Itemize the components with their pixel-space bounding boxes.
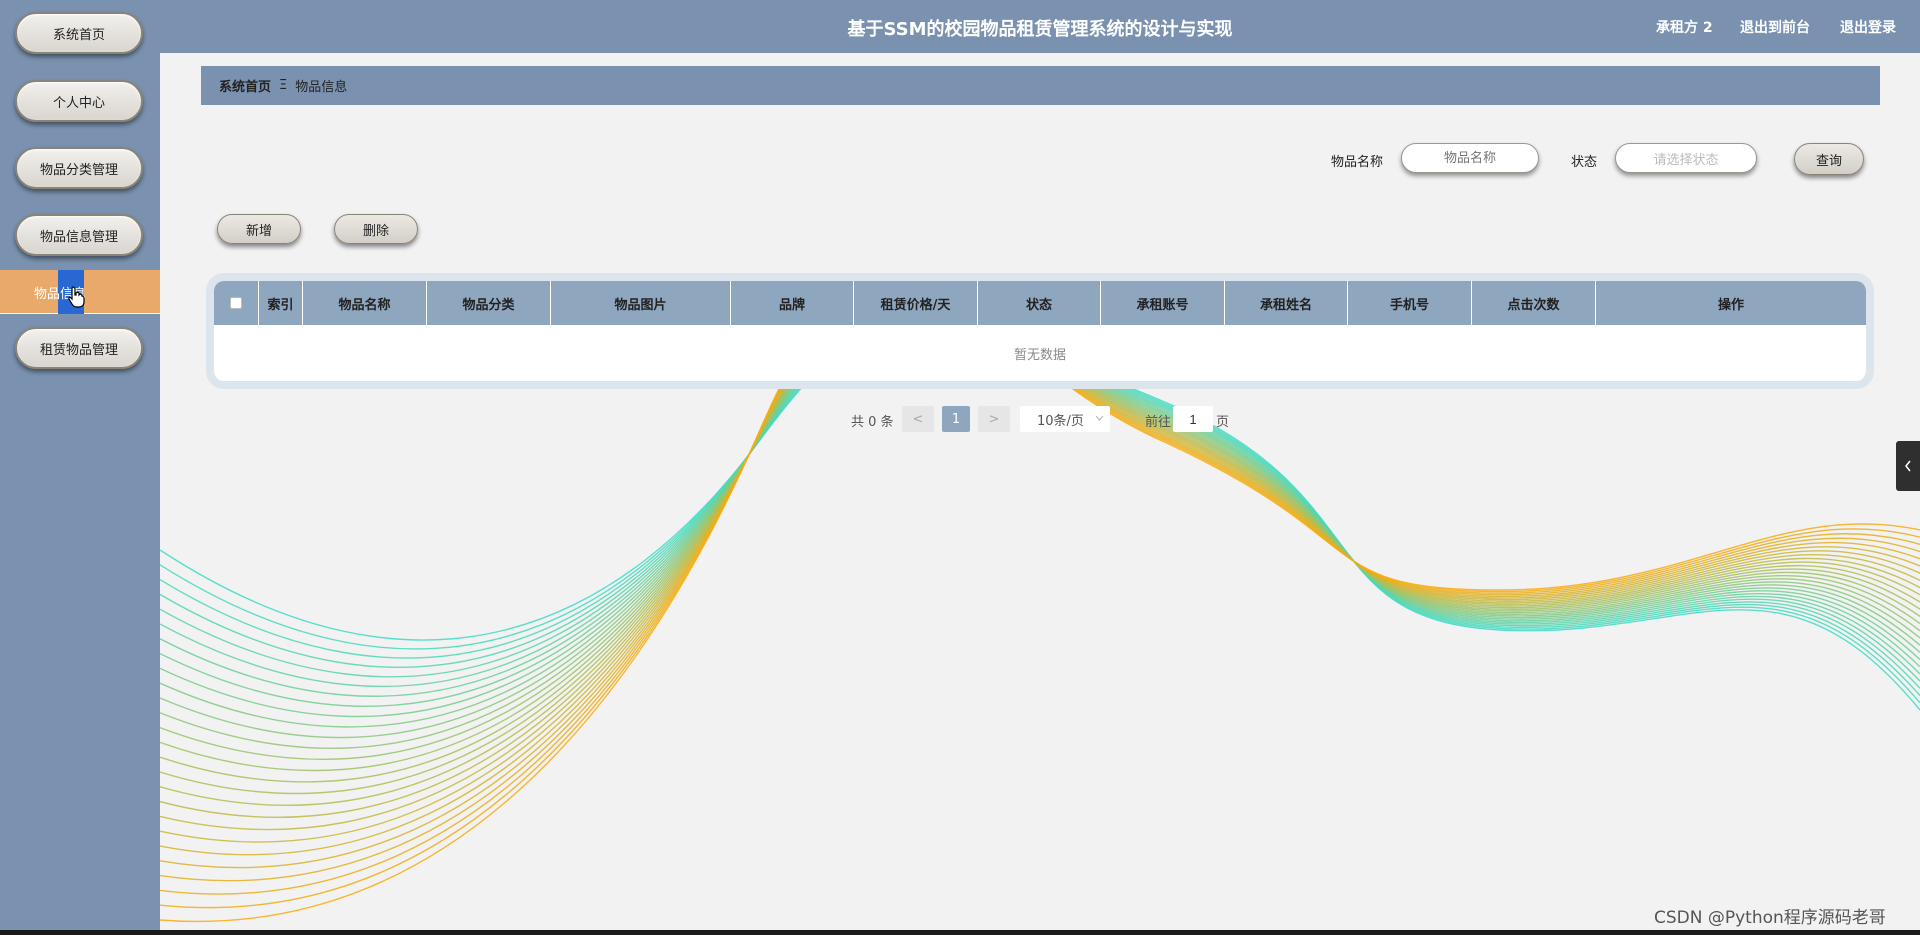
wave-line xyxy=(160,380,1920,869)
top-header: 基于SSM的校园物品租赁管理系统的设计与实现 承租方 2 退出到前台 退出登录 xyxy=(160,0,1920,53)
status-select[interactable]: 请选择状态 xyxy=(1615,143,1757,173)
hand-cursor-icon xyxy=(68,286,85,308)
chevron-left-icon xyxy=(1905,460,1911,472)
select-all-checkbox[interactable] xyxy=(230,297,242,309)
column-header[interactable]: 承租姓名 xyxy=(1225,281,1348,325)
status-label: 状态 xyxy=(1571,155,1598,170)
sidebar-item-goods-manage[interactable]: 物品信息管理 xyxy=(15,214,143,256)
data-table: 索引 物品名称 物品分类 物品图片 品牌 租赁价格/天 状态 承租账号 承租姓名… xyxy=(206,273,1874,389)
next-page-button[interactable]: > xyxy=(978,406,1010,432)
breadcrumb: 系统首页 Ξ 物品信息 xyxy=(201,66,1880,105)
sidebar-item-category[interactable]: 物品分类管理 xyxy=(15,147,143,189)
sidebar-item-profile[interactable]: 个人中心 xyxy=(15,80,143,122)
sidebar-item-home[interactable]: 系统首页 xyxy=(15,12,143,54)
query-button[interactable]: 查询 xyxy=(1794,143,1864,175)
wave-line xyxy=(160,380,1920,882)
status-select-placeholder: 请选择状态 xyxy=(1653,152,1719,168)
column-header: 操作 xyxy=(1717,297,1744,313)
page-size-value: 10条/页 xyxy=(1037,413,1084,429)
bottom-strip xyxy=(0,930,1920,935)
chevron-down-icon xyxy=(1095,415,1104,421)
sidebar-subitem-goods-info[interactable]: 物品信息 xyxy=(0,270,160,314)
breadcrumb-separator: Ξ xyxy=(279,78,288,93)
logout-link[interactable]: 退出登录 xyxy=(1840,17,1896,37)
column-header[interactable]: 租赁价格/天 xyxy=(854,281,978,325)
page-size-select[interactable]: 10条/页 xyxy=(1020,406,1110,432)
goods-name-input[interactable] xyxy=(1401,143,1539,173)
column-header[interactable]: 索引 xyxy=(259,281,303,325)
column-header[interactable]: 点击次数 xyxy=(1472,281,1596,325)
column-header[interactable]: 物品图片 xyxy=(551,281,731,325)
collapse-panel-tab[interactable] xyxy=(1896,441,1920,491)
wave-line xyxy=(160,380,1920,895)
column-header[interactable]: 品牌 xyxy=(731,281,854,325)
column-header[interactable]: 状态 xyxy=(978,281,1101,325)
wave-line xyxy=(160,380,1920,923)
watermark: CSDN @Python程序源码老哥 xyxy=(1654,908,1886,928)
total-count: 共 0 条 xyxy=(851,415,894,430)
user-name[interactable]: 承租方 2 xyxy=(1656,17,1713,37)
select-all-cell xyxy=(214,281,259,325)
sidebar-item-rental-manage[interactable]: 租赁物品管理 xyxy=(15,327,143,369)
goods-name-label: 物品名称 xyxy=(1331,155,1384,170)
column-header[interactable]: 物品名称 xyxy=(303,281,427,325)
wave-line xyxy=(160,380,1920,856)
sidebar: 系统首页 个人中心 物品分类管理 物品信息管理 物品信息 租赁物品管理 xyxy=(0,0,160,935)
column-header[interactable]: 物品分类 xyxy=(427,281,551,325)
column-header[interactable]: 承租账号 xyxy=(1101,281,1225,325)
goto-suffix: 页 xyxy=(1216,415,1230,430)
breadcrumb-home[interactable]: 系统首页 xyxy=(219,76,271,95)
exit-to-front-link[interactable]: 退出到前台 xyxy=(1740,17,1810,37)
table-header-row: 索引 物品名称 物品分类 物品图片 品牌 租赁价格/天 状态 承租账号 承租姓名… xyxy=(214,281,1866,325)
goto-label: 前往 xyxy=(1145,415,1172,430)
page-number-1[interactable]: 1 xyxy=(942,406,970,432)
add-button[interactable]: 新增 xyxy=(217,214,301,244)
empty-table-message: 暂无数据 xyxy=(1013,348,1066,363)
wave-line xyxy=(160,380,1920,909)
goto-page-input[interactable] xyxy=(1173,406,1213,432)
delete-button[interactable]: 删除 xyxy=(334,214,418,244)
breadcrumb-current: 物品信息 xyxy=(295,80,348,95)
column-header[interactable]: 手机号 xyxy=(1348,281,1472,325)
prev-page-button[interactable]: < xyxy=(902,406,934,432)
decorative-wave-background xyxy=(160,380,1920,923)
